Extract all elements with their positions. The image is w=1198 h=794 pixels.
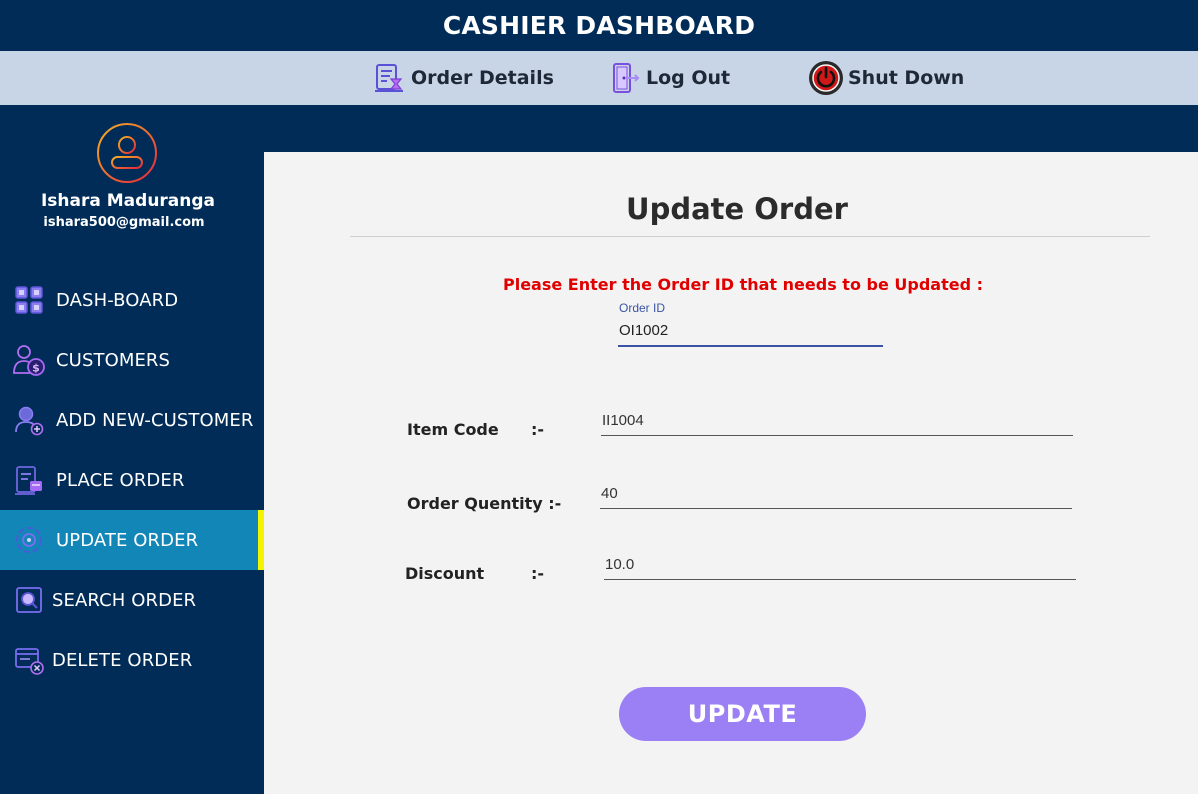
avatar <box>96 122 158 184</box>
shut-down-button[interactable]: Shut Down <box>808 60 964 96</box>
order-details-icon <box>373 62 405 94</box>
add-customer-icon <box>12 403 46 437</box>
title-bar: CASHIER DASHBOARD <box>0 0 1198 51</box>
discount-input[interactable] <box>604 550 1076 580</box>
sidebar: Ishara Maduranga ishara500@gmail.com DAS… <box>0 105 264 794</box>
title-divider <box>350 236 1150 237</box>
sidebar-item-label: CUSTOMERS <box>56 349 171 371</box>
place-order-icon <box>12 463 46 497</box>
sidebar-item-update-order[interactable]: UPDATE ORDER <box>0 510 264 570</box>
sidebar-item-label: ADD NEW-CUSTOMER <box>56 409 254 431</box>
customers-icon: $ <box>12 343 46 377</box>
sidebar-item-place-order[interactable]: PLACE ORDER <box>0 450 264 510</box>
discount-label: Discount <box>405 564 485 583</box>
user-email: ishara500@gmail.com <box>43 215 205 230</box>
page-title: Update Order <box>626 192 848 226</box>
svg-text:$: $ <box>32 362 40 375</box>
top-nav: Order Details Log Out Shut Down <box>0 51 1198 105</box>
log-out-button[interactable]: Log Out <box>610 60 730 96</box>
app-title: CASHIER DASHBOARD <box>442 11 756 40</box>
order-id-input[interactable] <box>618 316 883 347</box>
order-details-button[interactable]: Order Details <box>373 60 554 96</box>
log-out-label: Log Out <box>646 67 731 89</box>
sidebar-item-label: DELETE ORDER <box>52 649 193 671</box>
item-code-separator: :- <box>531 420 545 439</box>
sidebar-item-search-order[interactable]: SEARCH ORDER <box>0 570 264 630</box>
sidebar-item-add-new-customer[interactable]: ADD NEW-CUSTOMER <box>0 390 264 450</box>
power-icon <box>808 60 844 96</box>
discount-separator: :- <box>531 564 545 583</box>
shut-down-label: Shut Down <box>848 67 965 89</box>
logout-door-icon <box>610 62 640 94</box>
update-order-icon <box>12 523 46 557</box>
sidebar-item-delete-order[interactable]: DELETE ORDER <box>0 630 264 690</box>
sidebar-item-customers[interactable]: $ CUSTOMERS <box>0 330 264 390</box>
sidebar-item-label: UPDATE ORDER <box>56 529 199 551</box>
order-id-label: Order ID <box>619 301 666 315</box>
update-button[interactable]: UPDATE <box>619 687 866 741</box>
order-quantity-input[interactable] <box>600 479 1072 509</box>
sidebar-item-label: SEARCH ORDER <box>52 589 197 611</box>
sidebar-item-dashboard[interactable]: DASH-BOARD <box>0 270 264 330</box>
item-code-label: Item Code <box>407 420 499 439</box>
order-quantity-label: Order Quentity :- <box>407 494 562 513</box>
user-name: Ishara Maduranga <box>40 191 216 211</box>
delete-order-icon <box>12 643 46 677</box>
item-code-input[interactable] <box>601 406 1073 436</box>
order-details-label: Order Details <box>411 67 554 89</box>
sidebar-item-label: DASH-BOARD <box>56 289 179 311</box>
sidebar-item-label: PLACE ORDER <box>56 469 185 491</box>
dashboard-grid-icon <box>12 283 46 317</box>
update-order-panel: Update Order Please Enter the Order ID t… <box>264 152 1198 794</box>
search-order-icon <box>12 583 46 617</box>
order-id-prompt: Please Enter the Order ID that needs to … <box>502 275 983 294</box>
